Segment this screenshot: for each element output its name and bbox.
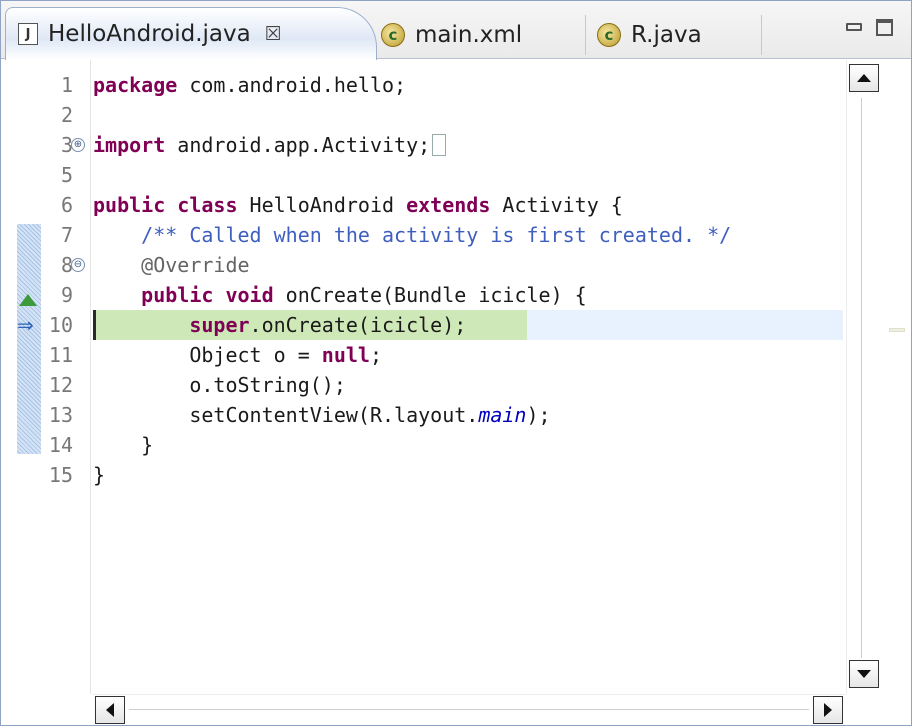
- tab-separator: [585, 15, 586, 55]
- collapse-fold-icon[interactable]: ⊖: [71, 258, 85, 272]
- code-line: super.onCreate(icicle);: [93, 313, 467, 337]
- expand-fold-icon[interactable]: ⊕: [71, 138, 85, 152]
- line-number: 6: [60, 193, 73, 217]
- code-line: o.toString();: [93, 373, 346, 397]
- code-line: Object o = null;: [93, 343, 382, 367]
- horizontal-scrollbar[interactable]: [93, 694, 846, 724]
- overview-marker[interactable]: [889, 328, 905, 332]
- editor-window: J HelloAndroid.java ☒ c main.xml c R.jav…: [0, 0, 912, 726]
- scroll-up-button[interactable]: [849, 64, 879, 92]
- arrow-right-icon: [824, 703, 832, 717]
- line-number: 8: [60, 253, 73, 277]
- tab-r-java[interactable]: c R.java: [591, 11, 761, 59]
- view-controls: [846, 19, 893, 36]
- line-number: 9: [60, 283, 73, 307]
- arrow-down-icon: [857, 670, 871, 678]
- line-number: 14: [48, 433, 73, 457]
- instruction-pointer-icon: ⇒: [17, 313, 34, 337]
- collapsed-imports-box[interactable]: [432, 134, 447, 156]
- code-line: setContentView(R.layout.main);: [93, 403, 551, 427]
- editor-tab-bar: J HelloAndroid.java ☒ c main.xml c R.jav…: [1, 1, 911, 60]
- tab-label: HelloAndroid.java: [48, 21, 251, 47]
- code-line: import android.app.Activity;: [93, 130, 447, 160]
- line-number: 11: [48, 343, 73, 367]
- quick-diff-change-bar: [17, 224, 41, 454]
- code-line: @Override: [93, 253, 250, 277]
- class-icon: c: [381, 23, 405, 47]
- scroll-left-button[interactable]: [95, 696, 125, 724]
- code-text-area[interactable]: package com.android.hello; import androi…: [93, 60, 843, 694]
- close-tab-icon[interactable]: ☒: [265, 23, 282, 45]
- code-line: /** Called when the activity is first cr…: [93, 223, 732, 247]
- vertical-scrollbar[interactable]: [846, 60, 880, 694]
- tab-label: R.java: [631, 22, 702, 48]
- line-number: 12: [48, 373, 73, 397]
- scroll-track[interactable]: [861, 98, 862, 658]
- arrow-up-icon: [857, 74, 871, 82]
- line-number: 3: [60, 133, 73, 157]
- tab-hello-android-java[interactable]: J HelloAndroid.java ☒: [5, 7, 377, 60]
- tab-main-xml[interactable]: c main.xml: [375, 11, 585, 59]
- tab-separator: [761, 15, 762, 55]
- scroll-down-button[interactable]: [849, 660, 879, 688]
- line-number: 1: [60, 73, 73, 97]
- code-editor[interactable]: ⇒ 1 2 3 5 6 7 8 9 10 11 12 13 14 15 ⊕ ⊖ …: [1, 60, 911, 725]
- line-number: 15: [48, 463, 73, 487]
- line-number: 10: [48, 313, 73, 337]
- overrides-triangle-icon: [19, 294, 37, 306]
- code-line: public class HelloAndroid extends Activi…: [93, 193, 623, 217]
- class-icon: c: [597, 23, 621, 47]
- code-line: }: [93, 433, 154, 457]
- scroll-track[interactable]: [129, 709, 809, 710]
- line-number: 5: [60, 163, 73, 187]
- line-number: 13: [48, 403, 73, 427]
- line-number: 7: [60, 223, 73, 247]
- maximize-icon[interactable]: [876, 19, 893, 36]
- line-number: 2: [60, 103, 73, 127]
- code-line: }: [93, 463, 106, 487]
- code-line: public void onCreate(Bundle icicle) {: [93, 283, 587, 307]
- scroll-right-button[interactable]: [813, 696, 843, 724]
- arrow-left-icon: [106, 703, 114, 717]
- minimize-icon[interactable]: [846, 23, 862, 31]
- vertical-ruler[interactable]: ⇒ 1 2 3 5 6 7 8 9 10 11 12 13 14 15 ⊕ ⊖: [1, 60, 91, 694]
- tab-label: main.xml: [415, 22, 523, 48]
- overview-ruler[interactable]: [883, 60, 909, 694]
- code-line: package com.android.hello;: [93, 73, 407, 97]
- java-file-icon: J: [18, 23, 38, 45]
